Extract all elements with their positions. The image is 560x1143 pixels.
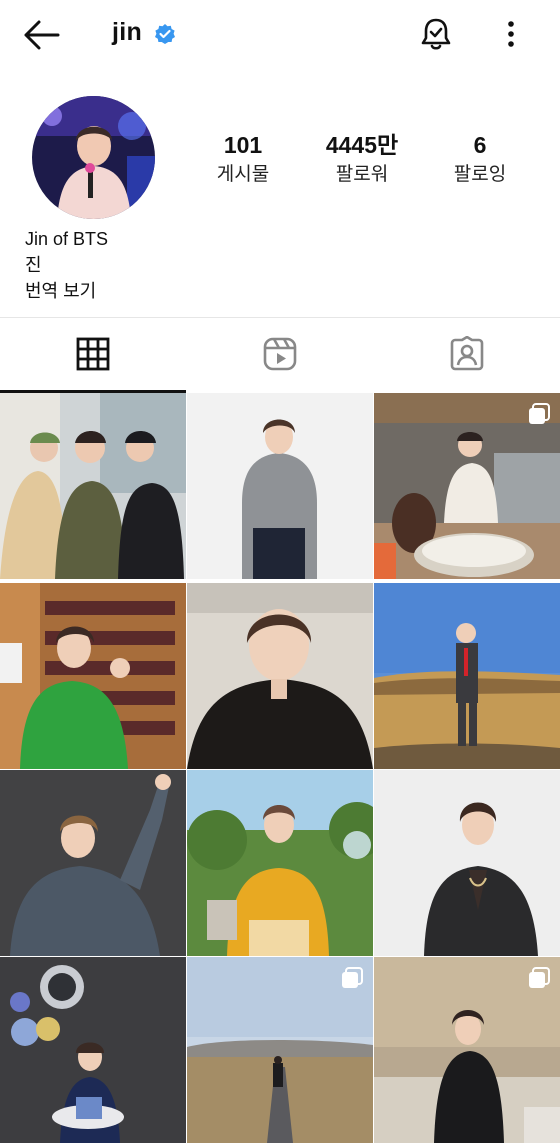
multiple-posts-icon xyxy=(528,967,550,989)
verified-badge-icon xyxy=(154,23,176,45)
followers-count: 4445만 xyxy=(325,132,399,158)
bell-check-icon[interactable] xyxy=(418,16,454,52)
profile-avatar[interactable] xyxy=(32,96,155,219)
stat-posts[interactable]: 101 게시물 xyxy=(188,130,298,190)
posts-label: 게시물 xyxy=(216,164,270,185)
divider xyxy=(0,317,560,318)
stat-followers[interactable]: 4445만 팔로워 xyxy=(307,130,417,190)
post-9[interactable] xyxy=(374,770,560,956)
post-11[interactable] xyxy=(187,957,373,1143)
post-2[interactable] xyxy=(187,393,373,579)
posts-grid xyxy=(0,393,560,1143)
post-5[interactable] xyxy=(187,583,373,769)
posts-count: 101 xyxy=(223,132,263,158)
multiple-posts-icon xyxy=(528,403,550,425)
more-vertical-icon[interactable] xyxy=(498,18,524,50)
profile-tabs xyxy=(0,320,560,392)
top-bar: jin xyxy=(0,0,560,70)
post-4[interactable] xyxy=(0,583,186,769)
post-12[interactable] xyxy=(374,957,560,1143)
following-label: 팔로잉 xyxy=(453,164,507,185)
bio-name: Jin of BTS xyxy=(25,229,109,249)
post-10[interactable] xyxy=(0,957,186,1143)
tab-posts-grid[interactable] xyxy=(0,320,186,392)
tagged-person-icon xyxy=(449,335,485,377)
following-count: 6 xyxy=(473,132,487,158)
followers-label: 팔로워 xyxy=(335,164,389,185)
grid-icon xyxy=(76,337,110,376)
post-8[interactable] xyxy=(187,770,373,956)
translate-link[interactable]: 번역 보기 xyxy=(25,278,108,304)
post-1[interactable] xyxy=(0,393,186,579)
bio-text: 진 xyxy=(25,255,42,275)
multiple-posts-icon xyxy=(341,967,363,989)
tab-reels[interactable] xyxy=(187,320,373,392)
stat-following[interactable]: 6 팔로잉 xyxy=(425,130,535,190)
arrow-left-icon[interactable] xyxy=(22,18,62,52)
reels-icon xyxy=(262,336,298,377)
post-6[interactable] xyxy=(374,583,560,769)
post-7[interactable] xyxy=(0,770,186,956)
post-3[interactable] xyxy=(374,393,560,579)
profile-bio: Jin of BTS 진 번역 보기 xyxy=(25,226,108,304)
profile-username: jin xyxy=(112,18,143,46)
tab-tagged[interactable] xyxy=(374,320,560,392)
